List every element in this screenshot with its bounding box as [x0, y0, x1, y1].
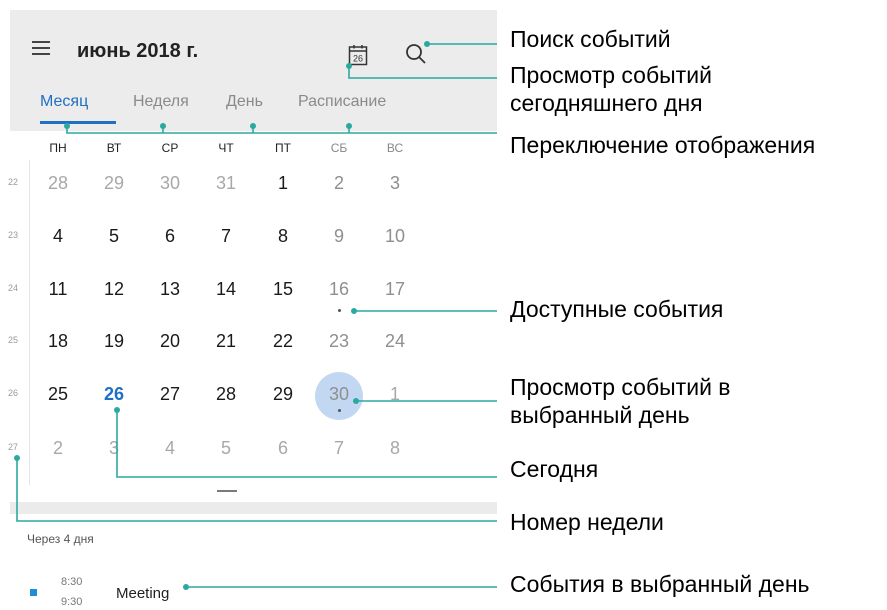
annotation-today-view-line2: сегодняшнего дня [510, 90, 703, 116]
annotation-search: Поиск событий [510, 26, 671, 52]
annotation-selected-view-line1: Просмотр событий в [510, 374, 731, 400]
annotation-switch-view: Переключение отображения [510, 132, 816, 158]
annotation-selected-view-line2: выбранный день [510, 402, 690, 428]
annotation-day-events: События в выбранный день [510, 571, 810, 597]
annotation-week-number: Номер недели [510, 509, 664, 535]
annotation-available-events: Доступные события [510, 296, 724, 322]
annotation-today: Сегодня [510, 456, 599, 482]
annotation-today-view-line1: Просмотр событий [510, 62, 712, 88]
callout-lines [14, 41, 497, 590]
